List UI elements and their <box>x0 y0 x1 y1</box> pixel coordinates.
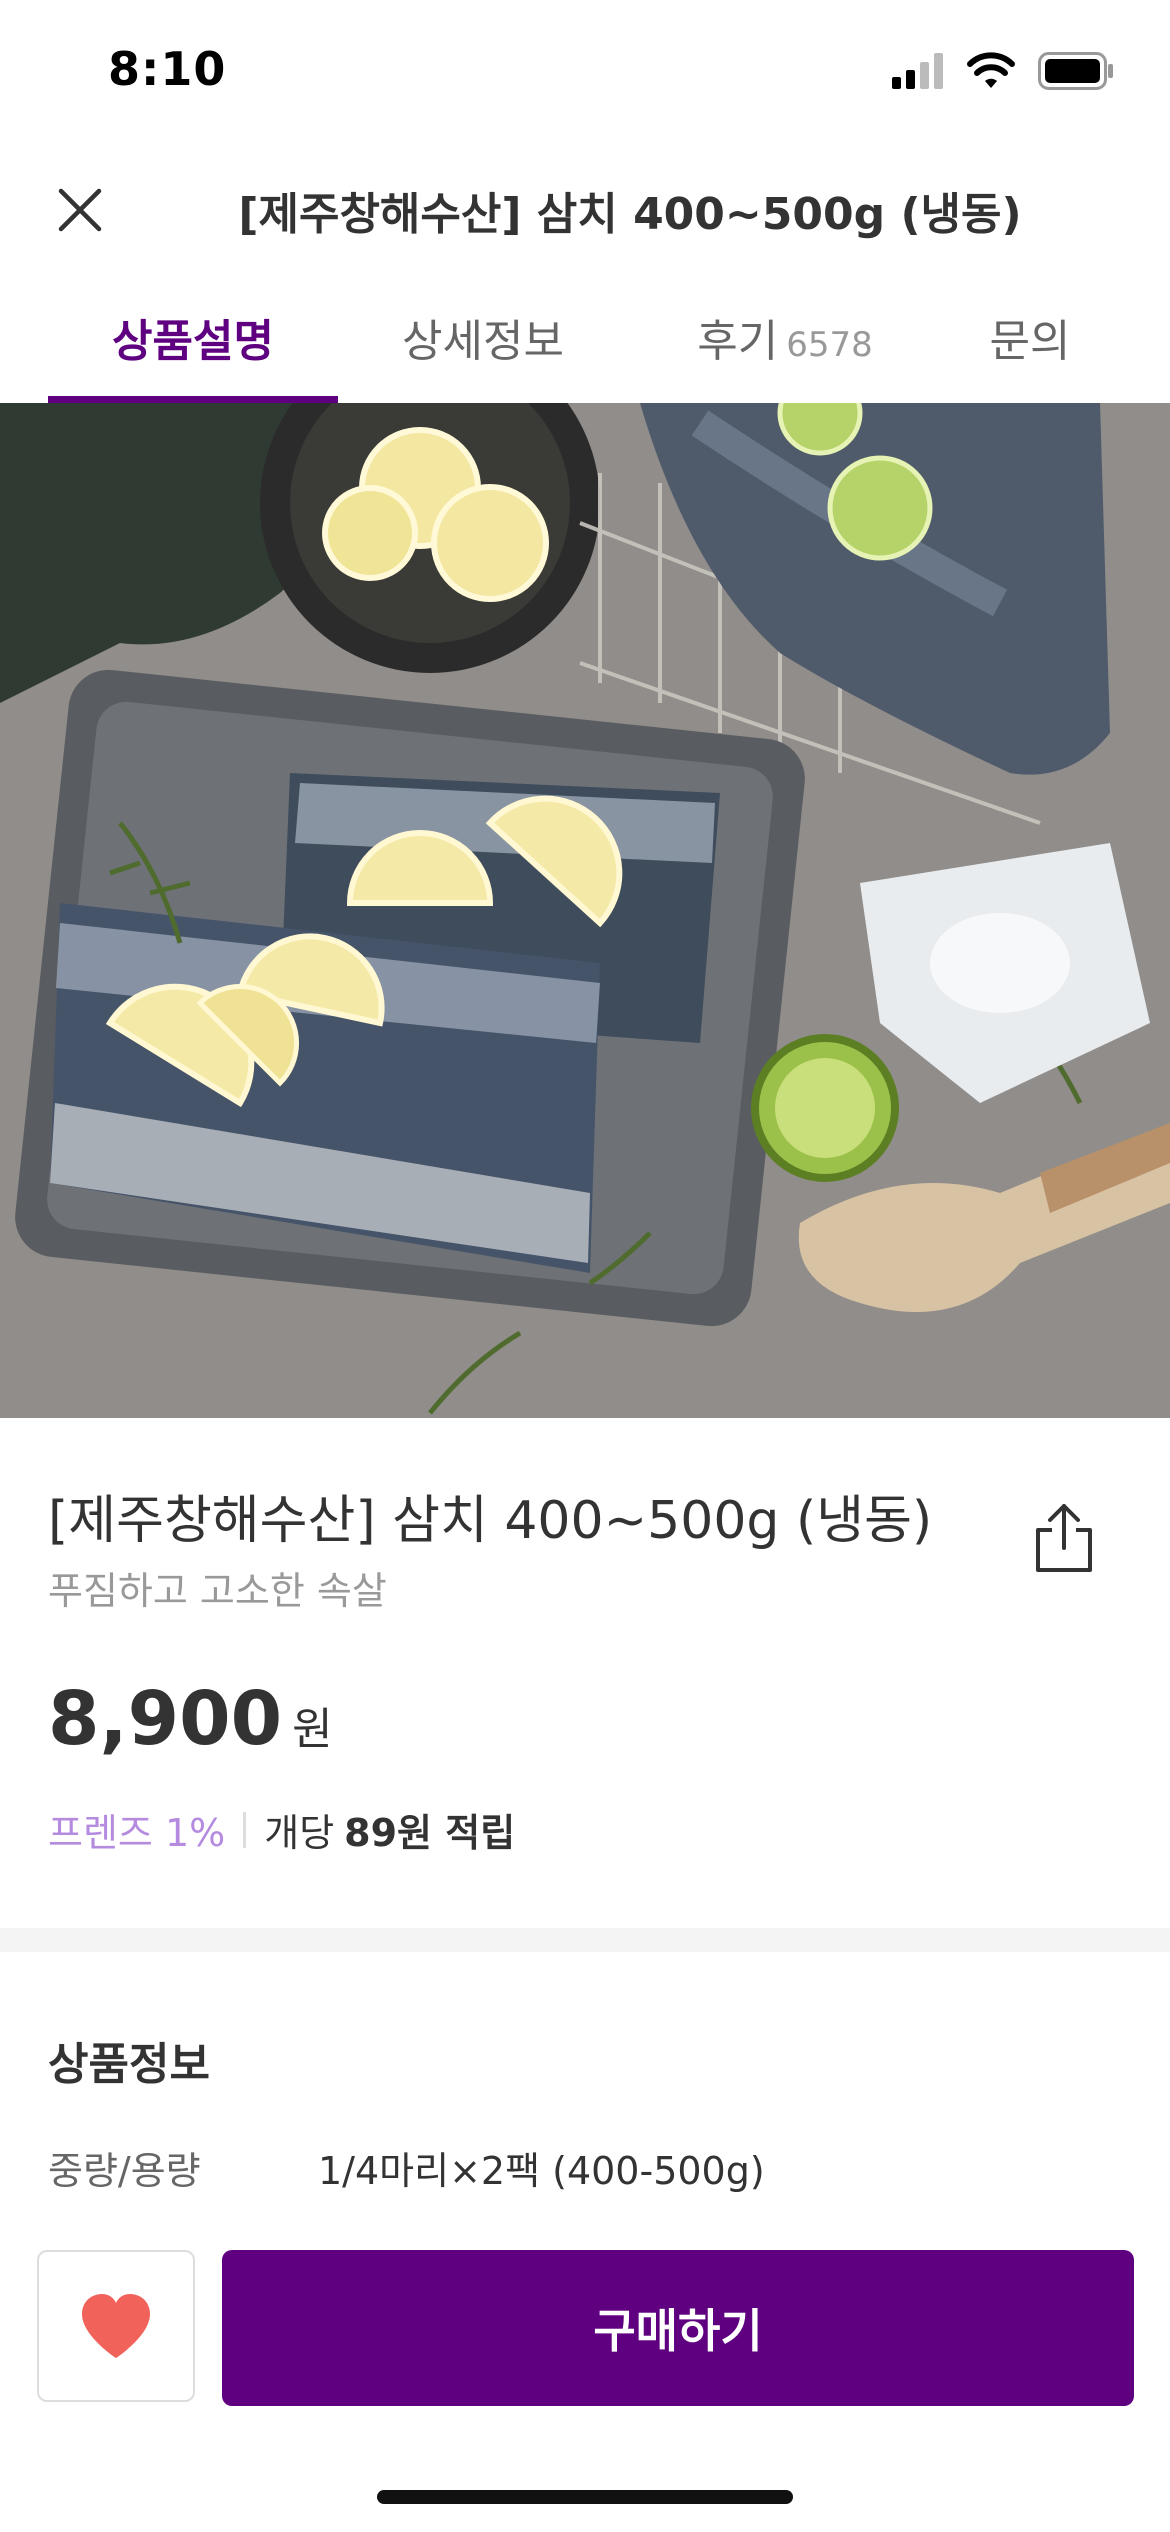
status-icons <box>892 52 1114 90</box>
product-image <box>0 403 1170 1418</box>
tab-label: 문의 <box>989 316 1071 367</box>
battery-icon <box>1038 52 1113 90</box>
price-value: 8,900 <box>48 1676 283 1762</box>
product-subtitle: 푸짐하고 고소한 속살 <box>48 1569 387 1613</box>
buy-button[interactable]: 구매하기 <box>222 2250 1134 2406</box>
points-info: 프렌즈 1% 개당 89원 적립 <box>48 1802 515 1857</box>
share-button[interactable] <box>1030 1500 1098 1576</box>
price-unit: 원 <box>292 1704 333 1755</box>
close-button[interactable] <box>46 176 114 244</box>
tab-label: 상세정보 <box>402 316 564 367</box>
product-info-title: 상품정보 <box>48 2039 210 2090</box>
tab-description[interactable]: 상품설명 <box>48 305 338 405</box>
page-title: [제주창해수산] 삼치 400~500g (냉동) <box>238 189 1022 240</box>
active-tab-indicator <box>48 396 338 403</box>
points-prefix: 개당 <box>264 1811 335 1855</box>
tab-details[interactable]: 상세정보 <box>338 305 628 405</box>
tab-inquiry[interactable]: 문의 <box>940 305 1120 405</box>
status-bar: 8:10 <box>0 0 1170 150</box>
signal-icon <box>892 53 943 89</box>
price: 8,900 원 <box>48 1676 333 1762</box>
points-amount: 89원 적립 <box>344 1811 516 1855</box>
bottom-action-bar: 구매하기 <box>0 2240 1170 2532</box>
product-name: [제주창해수산] 삼치 400~500g (냉동) <box>48 1491 933 1551</box>
home-indicator <box>377 2490 793 2504</box>
share-icon <box>1036 1504 1092 1572</box>
close-icon <box>58 188 102 232</box>
tab-label: 후기 <box>697 316 779 367</box>
tab-reviews[interactable]: 후기 6578 <box>640 305 930 405</box>
info-label-weight: 중량/용량 <box>48 2149 201 2193</box>
tab-label: 상품설명 <box>112 316 274 367</box>
section-divider <box>0 1928 1170 1952</box>
header: [제주창해수산] 삼치 400~500g (냉동) <box>0 150 1170 270</box>
info-value-weight: 1/4마리×2팩 (400-500g) <box>318 2149 765 2193</box>
review-count: 6578 <box>786 325 873 365</box>
membership-grade: 프렌즈 1% <box>48 1811 226 1855</box>
wishlist-button[interactable] <box>37 2250 195 2402</box>
status-time: 8:10 <box>108 42 227 96</box>
wifi-icon <box>967 52 1015 88</box>
heart-icon <box>82 2294 150 2358</box>
points-separator <box>243 1811 247 1848</box>
tab-bar: 상품설명 상세정보 후기 6578 문의 <box>0 275 1170 405</box>
